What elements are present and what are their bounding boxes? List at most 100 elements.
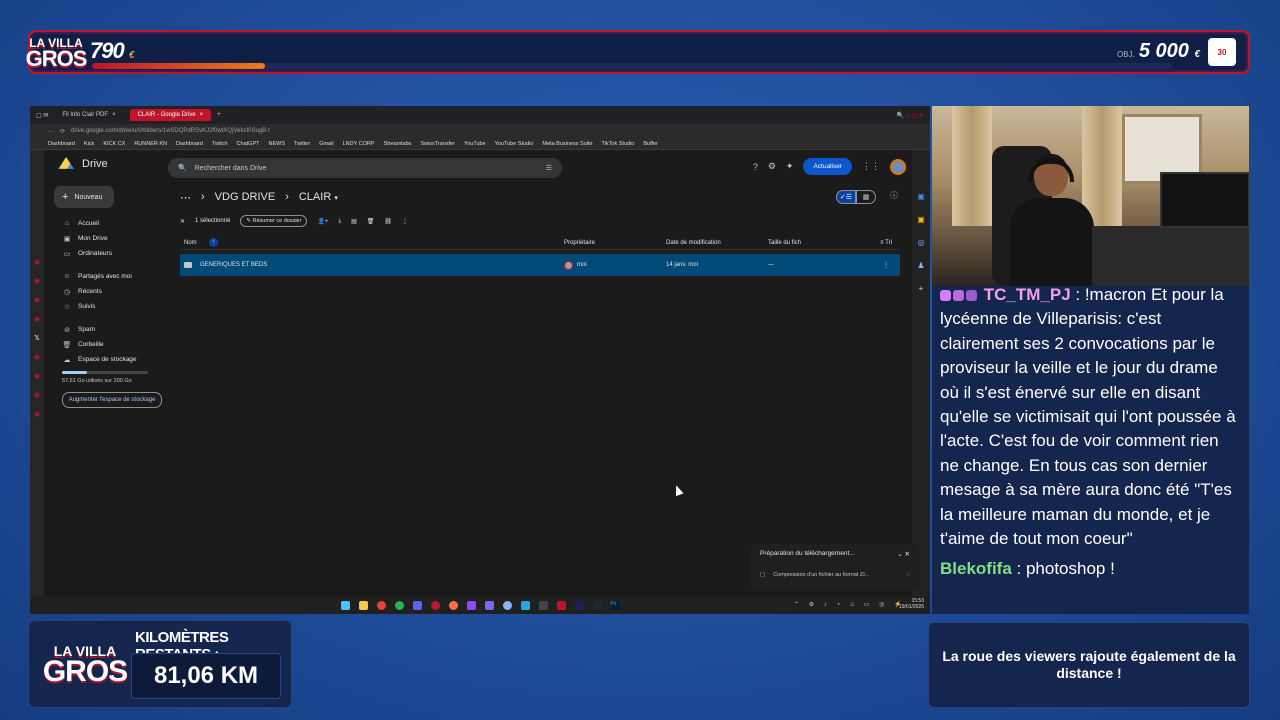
sidebar-app-icon[interactable]: ◉ <box>34 258 40 266</box>
bookmark-item[interactable]: Kick <box>84 141 94 147</box>
calendar-icon[interactable]: ▣ <box>917 192 925 201</box>
more-icon[interactable]: ⋯ <box>180 191 191 204</box>
bookmark-item[interactable]: LNDY CORP <box>343 141 375 147</box>
app-icon[interactable] <box>556 600 566 610</box>
close-icon[interactable]: ✕ <box>180 218 185 225</box>
premiere-icon[interactable] <box>574 600 584 610</box>
close-icon[interactable]: × <box>200 112 204 118</box>
sidebar-item-recent[interactable]: ◷ Récents <box>44 284 174 299</box>
sidebar-item-starred[interactable]: ☆ Suivis <box>44 299 174 314</box>
bookmark-item[interactable]: ChatGPT <box>237 141 260 147</box>
help-icon[interactable]: ? <box>753 162 758 172</box>
chat-username[interactable]: TC_TM_PJ <box>984 286 1071 304</box>
col-owner[interactable]: Propriétaire <box>564 240 666 246</box>
avatar[interactable] <box>890 158 906 175</box>
bookmark-item[interactable]: YouTube Studio <box>495 141 534 147</box>
back-icon[interactable]: ← <box>48 128 54 134</box>
sidebar-item-trash[interactable]: 🗑 Corbeille <box>44 337 174 352</box>
delete-icon[interactable]: 🗑 <box>367 218 375 225</box>
move-icon[interactable]: ▤ <box>351 218 357 225</box>
bookmark-item[interactable]: TikTok Studio <box>602 141 635 147</box>
summarize-chip[interactable]: ✎ Résumer ce dossier <box>240 215 308 227</box>
gemini-icon[interactable]: ✦ <box>786 161 794 172</box>
photoshop-icon[interactable]: Ps <box>610 600 620 610</box>
settings-icon[interactable]: ⚙ <box>768 161 776 172</box>
grid-view-icon[interactable]: ▦ <box>856 190 876 204</box>
download-icon[interactable]: ⤓ <box>338 218 341 225</box>
x-icon[interactable]: 𝕏 <box>34 334 40 342</box>
window-controls[interactable]: 🔍 ─ ▢ ✕ <box>897 112 924 119</box>
app-icon[interactable] <box>520 600 530 610</box>
bookmark-item[interactable]: KICK CX <box>103 141 125 147</box>
address-bar[interactable]: ← ⟳ drive.google.com/drive/u/0/folders/1… <box>30 124 930 138</box>
reload-icon[interactable]: ⟳ <box>60 128 65 135</box>
twitch-icon[interactable] <box>466 600 476 610</box>
contacts-icon[interactable]: ♟ <box>917 261 924 270</box>
steam-icon[interactable] <box>592 600 602 610</box>
more-vert-icon[interactable]: ⋮ <box>402 218 408 225</box>
bookmark-item[interactable]: Dashboard <box>48 141 75 147</box>
bookmark-item[interactable]: Meta Business Suite <box>542 141 592 147</box>
bookmark-item[interactable]: YouTube <box>464 141 486 147</box>
sidebar-app-icon[interactable]: ◉ <box>34 410 40 418</box>
sidebar-app-icon[interactable]: ◉ <box>34 296 40 304</box>
app-icon[interactable] <box>538 600 548 610</box>
breadcrumb-root[interactable]: VDG DRIVE <box>215 191 276 203</box>
keep-icon[interactable]: ▣ <box>917 215 925 224</box>
breadcrumb-current[interactable]: CLAIR ▾ <box>299 191 338 203</box>
sidebar-app-icon[interactable]: ◉ <box>34 277 40 285</box>
bookmark-item[interactable]: RUNNER KN <box>134 141 167 147</box>
sidebar-app-icon[interactable]: ◉ <box>34 353 40 361</box>
new-tab-icon[interactable]: + <box>217 112 221 118</box>
close-icon[interactable]: × <box>112 112 116 118</box>
download-controls[interactable]: ⌄ ✕ <box>897 550 910 558</box>
bookmark-item[interactable]: Twitter <box>294 141 310 147</box>
sidebar-app-icon[interactable]: ◉ <box>34 372 40 380</box>
search-input[interactable]: 🔍 Rechercher dans Drive ☰ <box>168 158 562 178</box>
apps-grid-icon[interactable]: ⋮⋮ <box>862 161 880 172</box>
upgrade-storage-button[interactable]: Augmenter l'espace de stockage <box>62 392 162 408</box>
sort-arrow-icon[interactable]: ↑ <box>208 238 218 247</box>
update-button[interactable]: Actualiser <box>803 158 852 175</box>
sidebar-item-my-drive[interactable]: ▣ Mon Drive <box>44 231 174 246</box>
sidebar-item-home[interactable]: ⌂ Accueil <box>44 216 174 231</box>
drive-logo-icon[interactable] <box>58 157 74 169</box>
sidebar-item-spam[interactable]: ⊘ Spam <box>44 322 174 337</box>
search-options-icon[interactable]: ☰ <box>546 164 552 172</box>
url-text[interactable]: drive.google.com/drive/u/0/folders/1wSDQ… <box>71 128 270 134</box>
app-icon[interactable] <box>484 600 494 610</box>
bookmark-item[interactable]: Streamlabs <box>384 141 412 147</box>
bookmark-item[interactable]: SwissTransfer <box>420 141 455 147</box>
sidebar-item-shared[interactable]: ☺ Partagés avec moi <box>44 269 174 284</box>
discord-icon[interactable] <box>412 600 422 610</box>
bookmark-item[interactable]: Buffer <box>643 141 658 147</box>
add-icon[interactable]: + <box>919 284 924 293</box>
sidebar-item-storage[interactable]: ☁ Espace de stockage <box>44 352 174 367</box>
list-view-icon[interactable]: ✓☰ <box>836 190 856 204</box>
chrome-icon[interactable] <box>376 600 386 610</box>
sidebar-item-computers[interactable]: ▭ Ordinateurs <box>44 246 174 261</box>
app-icon[interactable] <box>502 600 512 610</box>
bookmark-item[interactable]: Twitch <box>212 141 228 147</box>
sidebar-app-icon[interactable]: ◉ <box>34 315 40 323</box>
table-row[interactable]: GENERIQUES ET BEDS moi 14 janv. moi — ⋮ <box>180 254 900 276</box>
more-vert-icon[interactable]: ⋮ <box>872 262 900 269</box>
tasks-icon[interactable]: ◎ <box>918 238 925 247</box>
tab-actions-icon[interactable]: ▢ ✉ <box>36 112 48 119</box>
tab-fil-info[interactable]: Fil Info Clair PDF × <box>54 109 123 121</box>
new-button[interactable]: + Nouveau <box>54 186 114 208</box>
bookmark-item[interactable]: Dashboard <box>176 141 203 147</box>
explorer-icon[interactable] <box>358 600 368 610</box>
col-size[interactable]: Taille du fich <box>768 240 872 246</box>
spotify-icon[interactable] <box>394 600 404 610</box>
tray-icons[interactable]: ⌃ ⚙ ♪ ◔ ♫ ▭ ◎ ⚡ <box>794 601 906 608</box>
start-icon[interactable] <box>340 600 350 610</box>
info-icon[interactable]: ⓘ <box>890 190 898 201</box>
sidebar-app-icon[interactable]: ◉ <box>34 391 40 399</box>
bookmark-item[interactable]: NEWS <box>268 141 285 147</box>
sort-button[interactable]: ≡ Tri <box>872 240 900 246</box>
firefox-icon[interactable] <box>448 600 458 610</box>
col-modified[interactable]: Date de modification <box>666 240 768 246</box>
opera-icon[interactable] <box>430 600 440 610</box>
tab-drive[interactable]: CLAIR - Google Drive × <box>129 109 212 121</box>
